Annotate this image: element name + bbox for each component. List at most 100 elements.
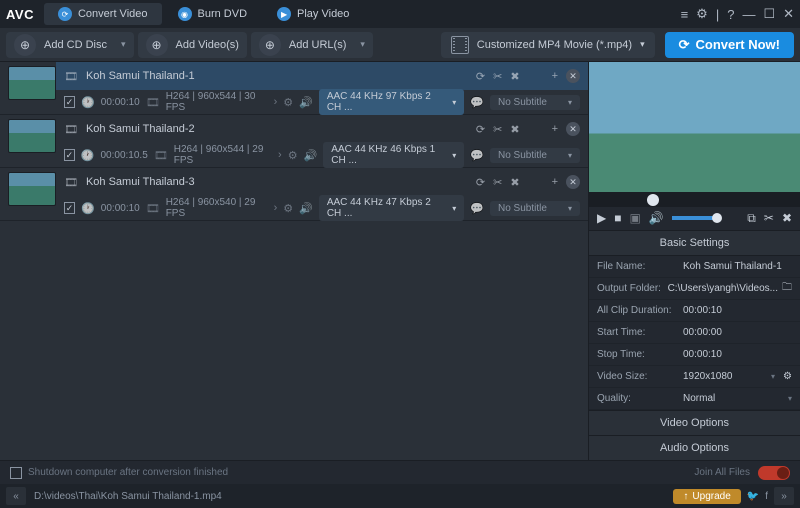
tab-label: Burn DVD [198, 8, 248, 20]
crop-icon[interactable]: ✖ [510, 176, 519, 189]
play-icon[interactable]: ▶ [597, 211, 606, 225]
chevron-down-icon: ▾ [771, 372, 775, 381]
audio-options-button[interactable]: Audio Options [589, 435, 800, 460]
plus-icon[interactable]: + [552, 123, 558, 135]
clock-icon: 🕐 [81, 149, 95, 162]
remove-icon[interactable]: ✕ [566, 175, 580, 189]
subtitle-icon: 💬 [470, 96, 484, 109]
scissors-icon[interactable]: ✂ [493, 123, 502, 136]
video-size-select[interactable]: 1920x1080▾⚙ [683, 371, 792, 382]
disc-plus-icon: ⊕ [14, 34, 36, 56]
gear-icon[interactable]: ⚙ [696, 6, 708, 22]
join-files-toggle[interactable] [758, 466, 790, 480]
scissors-icon[interactable]: ✂ [493, 70, 502, 83]
subtitle-icon: 💬 [470, 202, 484, 215]
subtitle-select[interactable]: No Subtitle▾ [490, 95, 580, 110]
button-label: Add CD Disc [44, 39, 107, 51]
close-icon[interactable]: ✕ [783, 6, 794, 22]
tab-burn-dvd[interactable]: ◉ Burn DVD [164, 3, 262, 25]
item-checkbox[interactable]: ✓ [64, 149, 75, 161]
item-checkbox[interactable]: ✓ [64, 202, 75, 214]
list-item[interactable]: 🎞 Koh Samui Thailand-1 ⟳ ✂ ✖ + ✕ ✓ 🕐 [0, 62, 588, 115]
clip-duration-label: All Clip Duration: [597, 305, 683, 316]
clip-duration-value: 00:00:10 [683, 305, 792, 316]
footer-options: Shutdown computer after conversion finis… [0, 460, 800, 484]
menu-icon[interactable]: ≡ [681, 7, 689, 22]
item-checkbox[interactable]: ✓ [64, 96, 75, 108]
join-files-label: Join All Files [694, 467, 750, 478]
subtitle-select[interactable]: No Subtitle▾ [490, 201, 580, 216]
folder-icon[interactable]: 🗀 [782, 280, 792, 297]
stop-time-value[interactable]: 00:00:10 [683, 349, 792, 360]
shutdown-checkbox[interactable] [10, 467, 22, 479]
play-icon: ▶ [277, 7, 291, 21]
start-time-label: Start Time: [597, 327, 683, 338]
quality-select[interactable]: Normal▾ [683, 393, 792, 404]
plus-icon[interactable]: + [552, 176, 558, 188]
output-profile-select[interactable]: Customized MP4 Movie (*.mp4) ▾ [441, 32, 655, 58]
video-options-button[interactable]: Video Options [589, 410, 800, 435]
gear-icon[interactable]: ⚙ [283, 96, 293, 109]
crop-icon[interactable]: ✖ [782, 211, 792, 225]
filename-value[interactable]: Koh Samui Thailand-1 [683, 261, 792, 272]
subtitle-select[interactable]: No Subtitle▾ [490, 148, 580, 163]
loop-icon[interactable]: ⧉ [747, 211, 756, 226]
list-item[interactable]: 🎞 Koh Samui Thailand-3 ⟳ ✂ ✖ + ✕ ✓ 🕐 [0, 168, 588, 221]
camera-icon[interactable]: ▣ [629, 211, 640, 225]
remove-icon[interactable]: ✕ [566, 69, 580, 83]
volume-slider[interactable] [672, 216, 718, 220]
item-codec: H264 | 960x544 | 30 FPS [166, 91, 268, 113]
shutdown-label: Shutdown computer after conversion finis… [28, 467, 228, 478]
audio-select[interactable]: AAC 44 KHz 46 Kbps 1 CH ...▾ [323, 142, 464, 168]
audio-select[interactable]: AAC 44 KHz 47 Kbps 2 CH ...▾ [319, 195, 464, 221]
audio-select[interactable]: AAC 44 KHz 97 Kbps 2 CH ...▾ [319, 89, 464, 115]
chevron-down-icon: ▾ [452, 98, 456, 107]
minimize-icon[interactable]: — [742, 7, 755, 22]
scissors-icon[interactable]: ✂ [764, 211, 774, 225]
upgrade-button[interactable]: ↑Upgrade [673, 489, 740, 504]
volume-icon[interactable]: 🔊 [649, 211, 664, 225]
seek-bar[interactable] [589, 192, 800, 207]
list-item[interactable]: 🎞 Koh Samui Thailand-2 ⟳ ✂ ✖ + ✕ ✓ 🕐 [0, 115, 588, 168]
crop-icon[interactable]: ✖ [510, 123, 519, 136]
output-folder-value[interactable]: C:\Users\yangh\Videos...🗀 [668, 280, 792, 297]
plus-icon[interactable]: + [552, 70, 558, 82]
gear-icon[interactable]: ⚙ [283, 202, 293, 215]
film-icon: 🎞 [64, 176, 78, 189]
file-list: 🎞 Koh Samui Thailand-1 ⟳ ✂ ✖ + ✕ ✓ 🕐 [0, 62, 588, 460]
refresh-icon[interactable]: ⟳ [476, 70, 485, 83]
stop-icon[interactable]: ■ [614, 211, 621, 225]
chevron-down-icon: ▾ [452, 151, 456, 160]
scissors-icon[interactable]: ✂ [493, 176, 502, 189]
convert-now-button[interactable]: ⟳ Convert Now! [665, 32, 794, 58]
seek-handle[interactable] [647, 194, 659, 206]
film-plus-icon: ⊕ [146, 34, 168, 56]
add-urls-button[interactable]: ⊕ Add URL(s) [251, 32, 373, 58]
app-logo: AVC [6, 7, 34, 22]
add-cd-button[interactable]: ⊕ Add CD Disc [6, 32, 134, 58]
tab-play-video[interactable]: ▶ Play Video [263, 3, 363, 25]
tab-convert-video[interactable]: ⟳ Convert Video [44, 3, 162, 25]
crop-icon[interactable]: ✖ [510, 70, 519, 83]
basic-settings: File Name:Koh Samui Thailand-1 Output Fo… [589, 256, 800, 410]
speaker-icon: 🔊 [304, 149, 318, 162]
film-icon [451, 36, 469, 54]
collapse-right-button[interactable]: » [774, 487, 794, 505]
start-time-value[interactable]: 00:00:00 [683, 327, 792, 338]
film-icon: 🎞 [154, 149, 168, 162]
film-icon: 🎞 [64, 70, 78, 83]
chevron-down-icon: ▾ [568, 98, 572, 107]
gear-icon[interactable]: ⚙ [288, 149, 298, 162]
item-duration: 00:00:10.5 [100, 150, 147, 161]
speaker-icon: 🔊 [299, 96, 313, 109]
add-videos-button[interactable]: ⊕ Add Video(s) [138, 32, 247, 58]
help-icon[interactable]: ? [727, 7, 734, 22]
gear-icon[interactable]: ⚙ [783, 371, 792, 382]
refresh-icon[interactable]: ⟳ [476, 123, 485, 136]
output-folder-label: Output Folder: [597, 283, 668, 294]
disc-icon: ◉ [178, 7, 192, 21]
remove-icon[interactable]: ✕ [566, 122, 580, 136]
refresh-icon[interactable]: ⟳ [476, 176, 485, 189]
collapse-left-button[interactable]: « [6, 487, 26, 505]
maximize-icon[interactable]: ☐ [763, 6, 775, 22]
